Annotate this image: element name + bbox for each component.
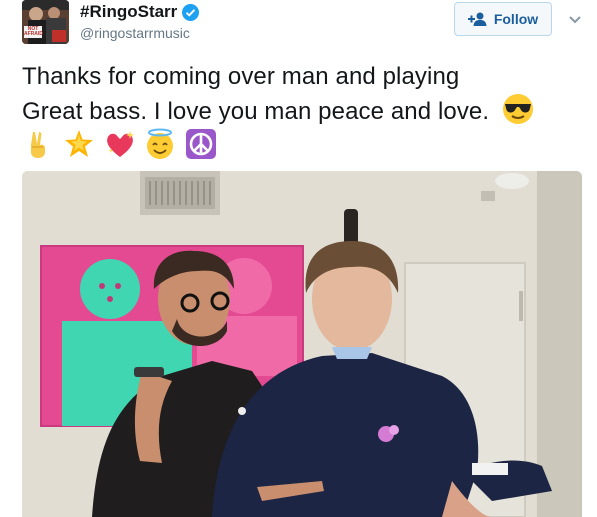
add-user-icon <box>467 12 487 26</box>
avatar[interactable]: NOT AFRAID <box>22 0 69 44</box>
verified-badge-icon <box>182 3 200 21</box>
tweet-emoji-line <box>22 128 587 163</box>
sunglasses-emoji <box>502 94 533 124</box>
glowing-star-emoji <box>64 130 93 157</box>
tweet-text: Thanks for coming over man and playing G… <box>22 60 587 163</box>
avatar-sign-text: NOT AFRAID <box>24 26 43 37</box>
tweet-line-2: Great bass. I love you man peace and lov… <box>22 93 587 128</box>
user-handle[interactable]: @ringostarrmusic <box>80 25 190 41</box>
display-name[interactable]: #RingoStarr <box>80 2 200 22</box>
halo-face-emoji <box>147 128 174 159</box>
display-name-text: #RingoStarr <box>80 2 178 21</box>
victory-hand-emoji <box>31 132 45 158</box>
tweet-line-1: Thanks for coming over man and playing <box>22 63 460 90</box>
sparkling-heart-emoji <box>106 131 134 157</box>
follow-button[interactable]: Follow <box>454 2 552 36</box>
follow-label: Follow <box>493 11 539 27</box>
tweet-photo[interactable] <box>22 171 582 517</box>
chevron-down-icon[interactable] <box>566 10 584 28</box>
peace-symbol-emoji <box>186 129 217 159</box>
